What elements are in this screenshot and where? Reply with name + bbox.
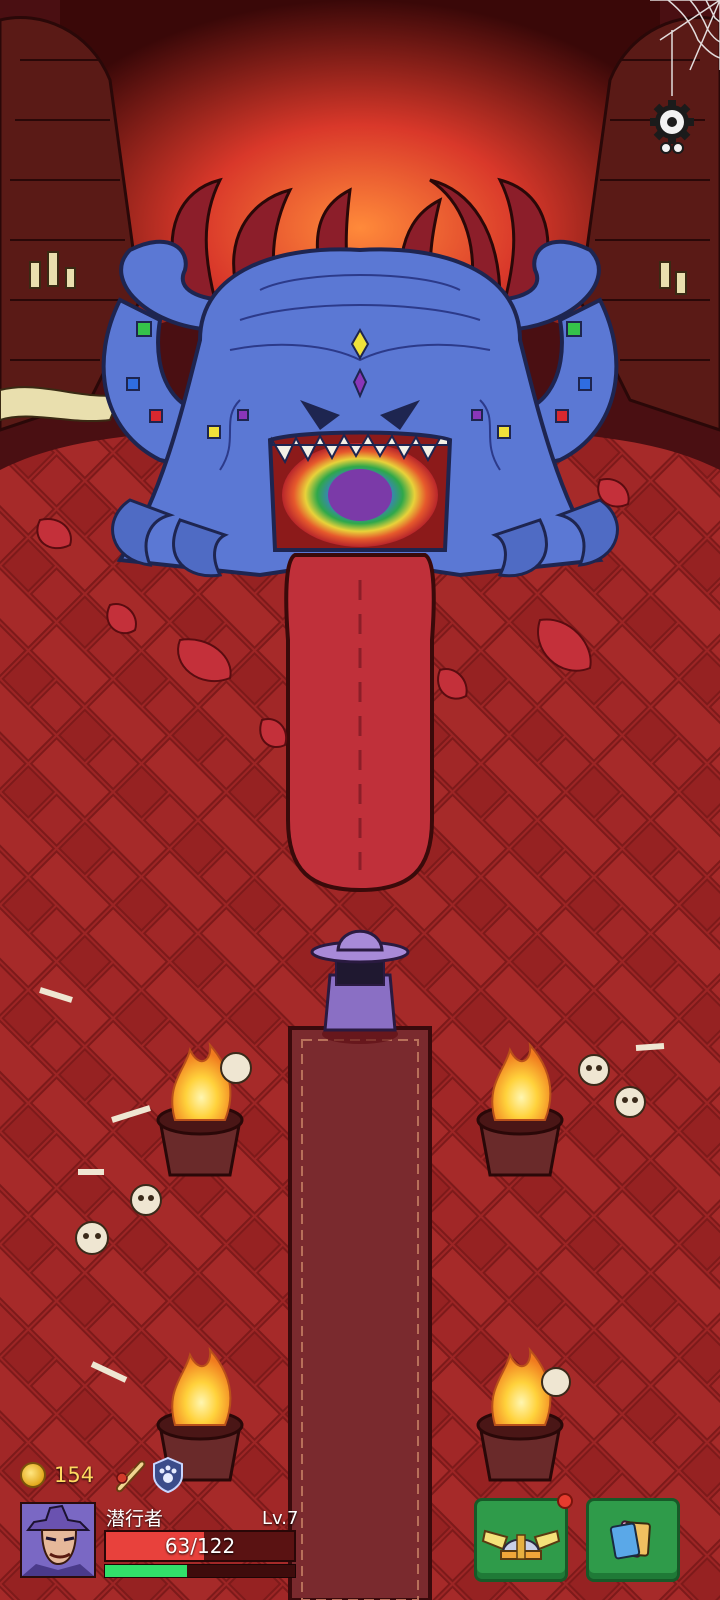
avatar (22, 1504, 94, 1576)
notification-dot (557, 1493, 573, 1509)
coin-amount: 154 (54, 1463, 95, 1487)
player-portrait[interactable] (20, 1502, 96, 1578)
paw-badge-icon (153, 1456, 183, 1494)
player-level: Lv.7 (262, 1508, 299, 1529)
quest-scroll-button[interactable] (112, 1456, 148, 1494)
xp-bar (104, 1564, 296, 1578)
hero-menu-button[interactable] (474, 1493, 573, 1582)
coin-icon (20, 1462, 46, 1488)
hp-bar: 63/122 (104, 1530, 296, 1562)
cards-menu-button[interactable] (586, 1498, 680, 1582)
hp-text: 63/122 (164, 1534, 236, 1558)
player-status-panel: 潜行者 Lv.7 63/122 (20, 1502, 298, 1582)
game-background (0, 0, 720, 1600)
settings-button[interactable] (646, 96, 698, 156)
cards-icon (609, 1520, 651, 1560)
winged-helmet-icon (481, 1529, 561, 1560)
scroll-icon (115, 1460, 146, 1493)
gear-icon (650, 100, 694, 154)
xp-bar-fill (105, 1565, 187, 1577)
paw-badge-button[interactable] (150, 1456, 186, 1494)
player-name: 潜行者 (106, 1508, 164, 1530)
game-scene: 154 潜行者 Lv.7 63/122 (0, 0, 720, 1600)
coin-counter: 154 (20, 1458, 94, 1492)
